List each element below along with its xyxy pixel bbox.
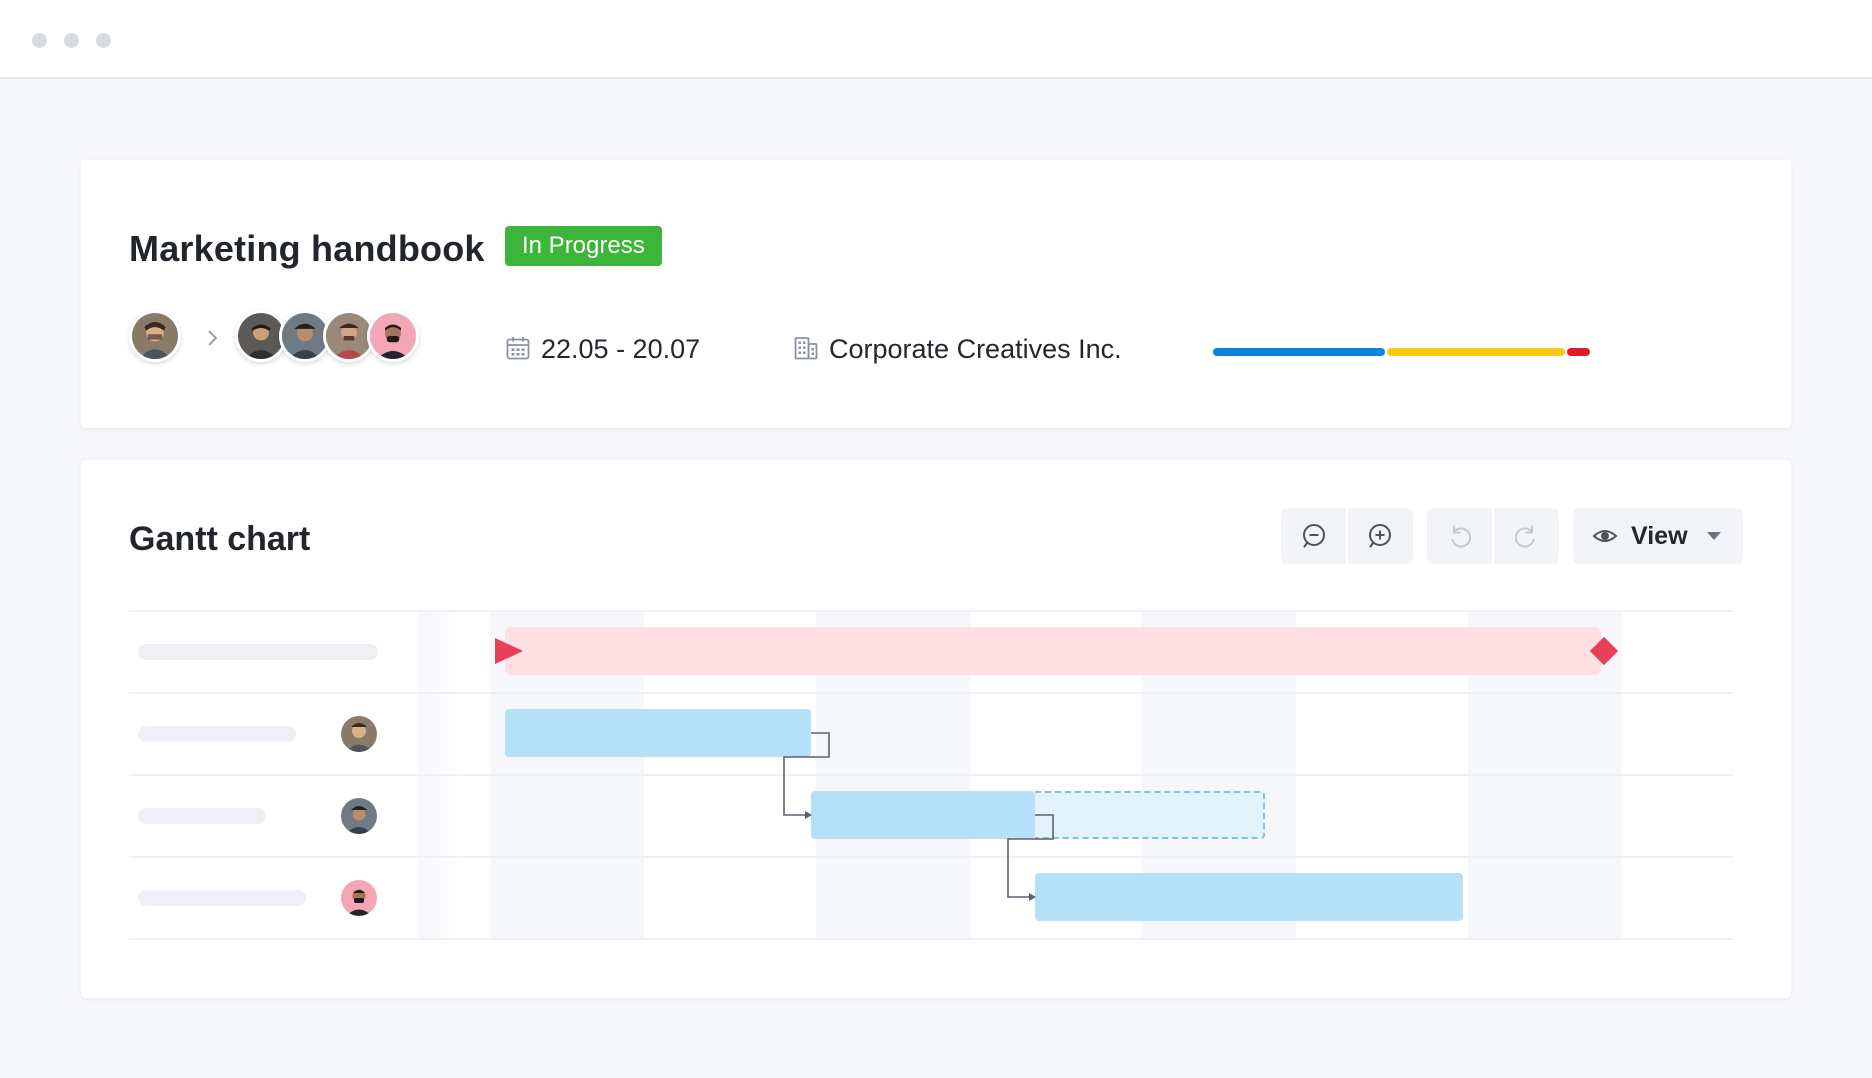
minimize-dot[interactable] xyxy=(64,33,79,48)
gantt-card: Gantt chart View xyxy=(81,460,1791,998)
company-name: Corporate Creatives Inc. xyxy=(829,334,1122,364)
progress-segment xyxy=(1213,348,1385,356)
view-label: View xyxy=(1631,521,1688,550)
avatar-member-4[interactable] xyxy=(367,310,419,362)
dependency-arrow-icon xyxy=(805,811,812,819)
dependency-arrow-icon xyxy=(1029,893,1036,901)
zoom-controls xyxy=(1281,508,1413,564)
window-titlebar xyxy=(0,0,1872,79)
milestone-diamond-icon[interactable] xyxy=(1589,636,1619,666)
project-card: Marketing handbook In Progress 22.05 - 2… xyxy=(81,160,1791,428)
zoom-in-icon xyxy=(1368,524,1391,548)
zoom-out-icon xyxy=(1302,524,1325,548)
history-controls xyxy=(1427,508,1559,564)
redo-icon xyxy=(1514,525,1534,548)
caret-down-icon xyxy=(1706,532,1721,540)
calendar-icon xyxy=(506,337,530,360)
progress-segment xyxy=(1387,348,1565,356)
redo-button[interactable] xyxy=(1492,508,1557,564)
start-marker-icon[interactable] xyxy=(495,638,523,664)
zoom-in-button[interactable] xyxy=(1346,508,1411,564)
avatar-owner[interactable] xyxy=(129,310,181,362)
progress-bar xyxy=(1213,348,1591,356)
eye-icon xyxy=(1592,530,1618,542)
view-dropdown[interactable]: View xyxy=(1573,508,1743,564)
project-title: Marketing handbook xyxy=(129,228,485,269)
maximize-dot[interactable] xyxy=(96,33,111,48)
undo-button[interactable] xyxy=(1427,508,1492,564)
chevron-right-icon xyxy=(208,330,218,346)
date-range: 22.05 - 20.07 xyxy=(541,334,701,364)
status-badge[interactable]: In Progress xyxy=(505,226,662,266)
close-dot[interactable] xyxy=(32,33,47,48)
gantt-title: Gantt chart xyxy=(129,520,311,558)
progress-segment xyxy=(1567,348,1590,356)
zoom-out-button[interactable] xyxy=(1281,508,1346,564)
gantt-connectors xyxy=(495,636,1619,901)
building-icon xyxy=(794,337,818,360)
gantt-timeline xyxy=(129,610,1733,940)
undo-icon xyxy=(1451,525,1471,548)
